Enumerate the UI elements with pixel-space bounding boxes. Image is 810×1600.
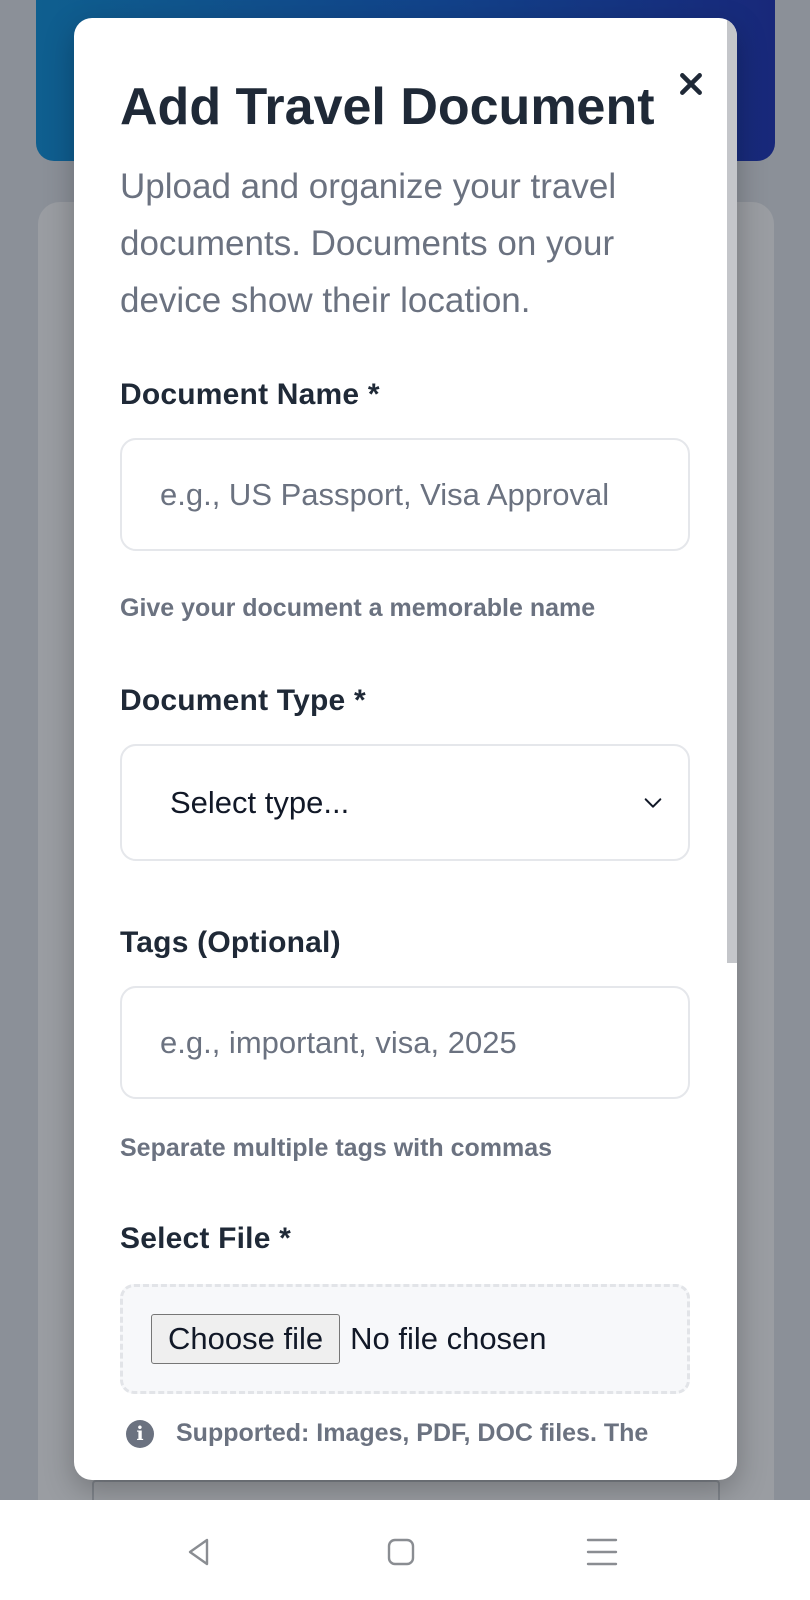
document-name-input[interactable] [120,438,690,551]
document-name-help: Give your document a memorable name [120,594,596,622]
document-type-label: Document Type * [120,684,366,717]
supported-files-note: i Supported: Images, PDF, DOC files. The [126,1418,686,1460]
close-icon [680,73,702,95]
modal-title: Add Travel Document [120,78,655,136]
choose-file-button[interactable]: Choose file [151,1314,341,1364]
document-type-selected: Select type... [170,784,350,820]
modal-subtitle: Upload and organize your travel document… [120,167,617,320]
add-document-modal: Add Travel Document Upload and organize … [74,18,737,1480]
file-drop-zone[interactable]: Choose file No file chosen [120,1284,690,1394]
back-triangle-icon[interactable] [182,1535,216,1569]
tags-help: Separate multiple tags with commas [120,1134,553,1162]
document-name-label: Document Name * [120,378,380,411]
select-file-label: Select File * [120,1222,292,1255]
info-icon: i [126,1420,154,1448]
chevron-down-icon [644,797,662,808]
tags-label: Tags (Optional) [120,926,341,959]
supported-files-text: Supported: Images, PDF, DOC files. The [176,1419,649,1447]
file-status: No file chosen [350,1321,547,1356]
tags-input[interactable] [120,986,690,1099]
close-button[interactable] [669,62,713,106]
document-type-select[interactable]: Select type... [120,744,690,861]
home-square-icon[interactable] [384,1535,418,1569]
modal-scrollbar[interactable] [727,18,737,963]
system-navigation-bar [0,1500,810,1600]
background-card-outline [92,1480,720,1502]
menu-lines-icon[interactable] [585,1535,619,1569]
